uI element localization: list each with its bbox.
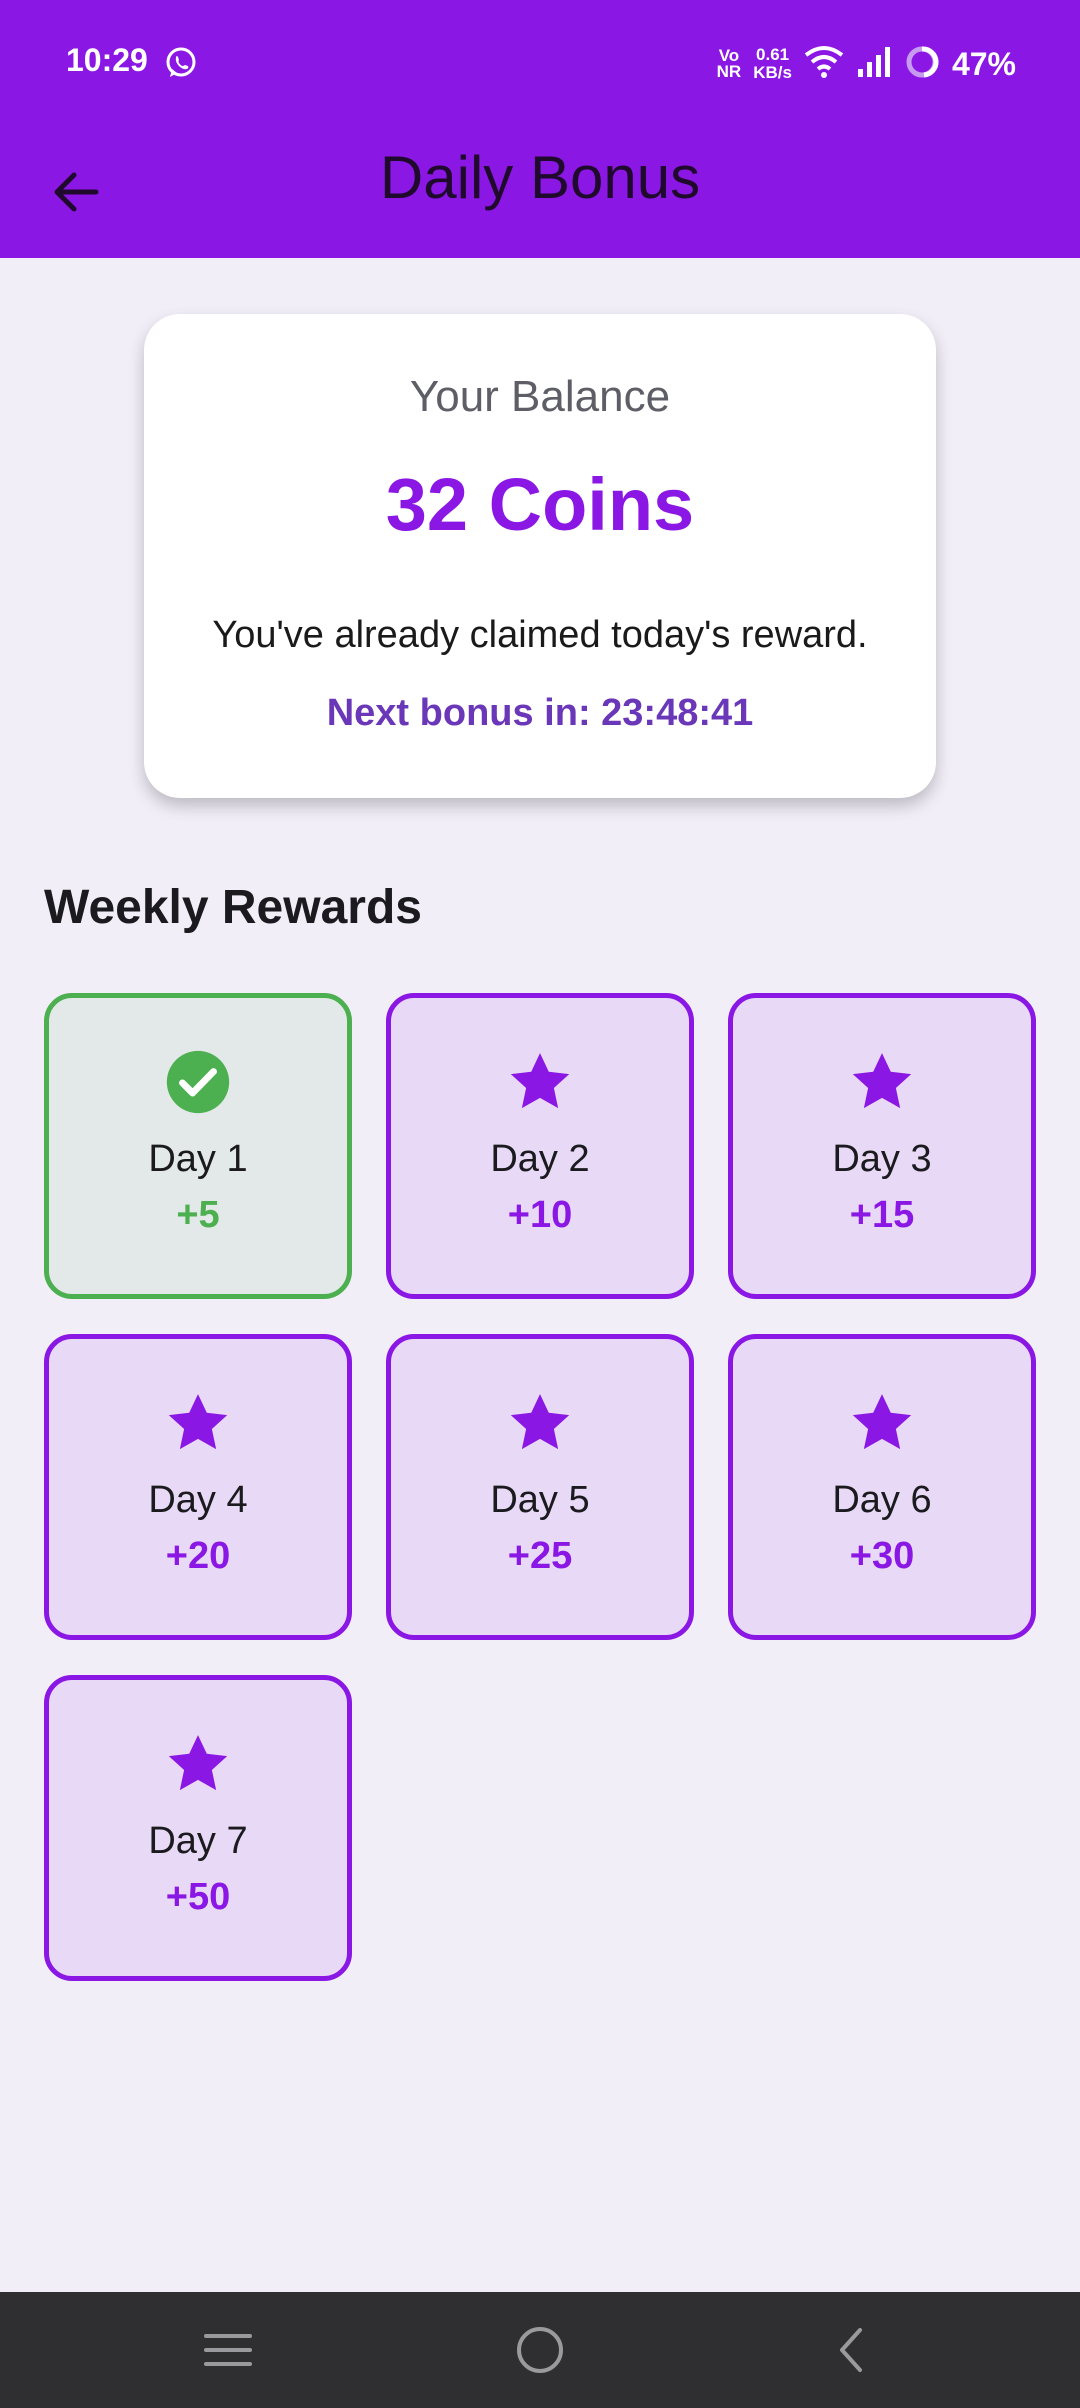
status-time: 10:29 — [66, 42, 148, 78]
day-reward: +30 — [849, 1535, 915, 1577]
day-reward: +25 — [507, 1535, 573, 1577]
reward-star-icon — [733, 1048, 1031, 1116]
network-speed: 0.61 KB/s — [753, 45, 792, 82]
day-label: Day 2 — [490, 1138, 590, 1180]
day-label: Day 3 — [832, 1138, 932, 1180]
page-title: Daily Bonus — [379, 144, 701, 211]
reward-star-icon — [49, 1730, 347, 1798]
arrow-left-icon — [54, 172, 99, 212]
day-card-6[interactable]: Day 6 +30 — [728, 1334, 1036, 1640]
status-indicators: Vo NR 0.61 KB/s 47% — [717, 40, 1016, 88]
system-back-button[interactable] — [810, 2316, 890, 2384]
day-card-1[interactable]: Day 1 +5 — [44, 993, 352, 1299]
reward-star-icon — [733, 1389, 1031, 1457]
star-icon — [168, 1394, 228, 1450]
reward-star-icon — [49, 1389, 347, 1457]
star-icon — [168, 1735, 228, 1791]
day-card-7[interactable]: Day 7 +50 — [44, 1675, 352, 1981]
star-icon — [852, 1053, 912, 1109]
menu-icon — [204, 2334, 252, 2366]
signal-icon — [856, 45, 892, 84]
recent-apps-button[interactable] — [188, 2316, 268, 2384]
balance-value: 32 Coins — [385, 463, 695, 546]
day-card-5[interactable]: Day 5 +25 — [386, 1334, 694, 1640]
reward-star-icon — [391, 1389, 689, 1457]
battery-percent: 47% — [951, 45, 1016, 82]
day-reward: +20 — [165, 1535, 231, 1577]
day-reward: +50 — [165, 1876, 231, 1918]
day-label: Day 4 — [148, 1479, 248, 1521]
claimed-message: You've already claimed today's reward. — [212, 614, 868, 656]
back-button[interactable] — [40, 156, 112, 228]
system-nav-bar — [0, 2292, 1080, 2408]
back-chevron-icon — [840, 2328, 862, 2372]
day-reward: +5 — [176, 1194, 220, 1236]
day-label: Day 1 — [148, 1138, 248, 1180]
star-icon — [852, 1394, 912, 1450]
day-card-3[interactable]: Day 3 +15 — [728, 993, 1036, 1299]
whatsapp-icon — [164, 46, 198, 80]
battery-ring-icon — [904, 44, 940, 85]
day-label: Day 7 — [148, 1820, 248, 1862]
star-icon — [510, 1053, 570, 1109]
reward-star-icon — [391, 1048, 689, 1116]
weekly-rewards-title: Weekly Rewards — [44, 881, 422, 934]
app-bar: Daily Bonus — [0, 126, 1080, 258]
balance-card: Your Balance 32 Coins You've already cla… — [144, 314, 936, 798]
volte-indicator: Vo NR — [716, 46, 742, 81]
status-bar: 10:29 Vo NR 0.61 KB/s 47% — [0, 0, 1080, 126]
next-bonus-countdown: Next bonus in: 23:48:41 — [326, 692, 754, 734]
star-icon — [510, 1394, 570, 1450]
day-label: Day 6 — [832, 1479, 932, 1521]
balance-label: Your Balance — [409, 372, 671, 421]
home-button[interactable] — [500, 2316, 580, 2384]
claimed-check-icon — [49, 1048, 347, 1116]
day-reward: +10 — [507, 1194, 573, 1236]
day-card-4[interactable]: Day 4 +20 — [44, 1334, 352, 1640]
home-circle-icon — [517, 2327, 563, 2373]
day-card-2[interactable]: Day 2 +10 — [386, 993, 694, 1299]
day-reward: +15 — [849, 1194, 915, 1236]
day-label: Day 5 — [490, 1479, 590, 1521]
check-circle-icon — [166, 1050, 230, 1114]
wifi-icon — [804, 45, 844, 84]
